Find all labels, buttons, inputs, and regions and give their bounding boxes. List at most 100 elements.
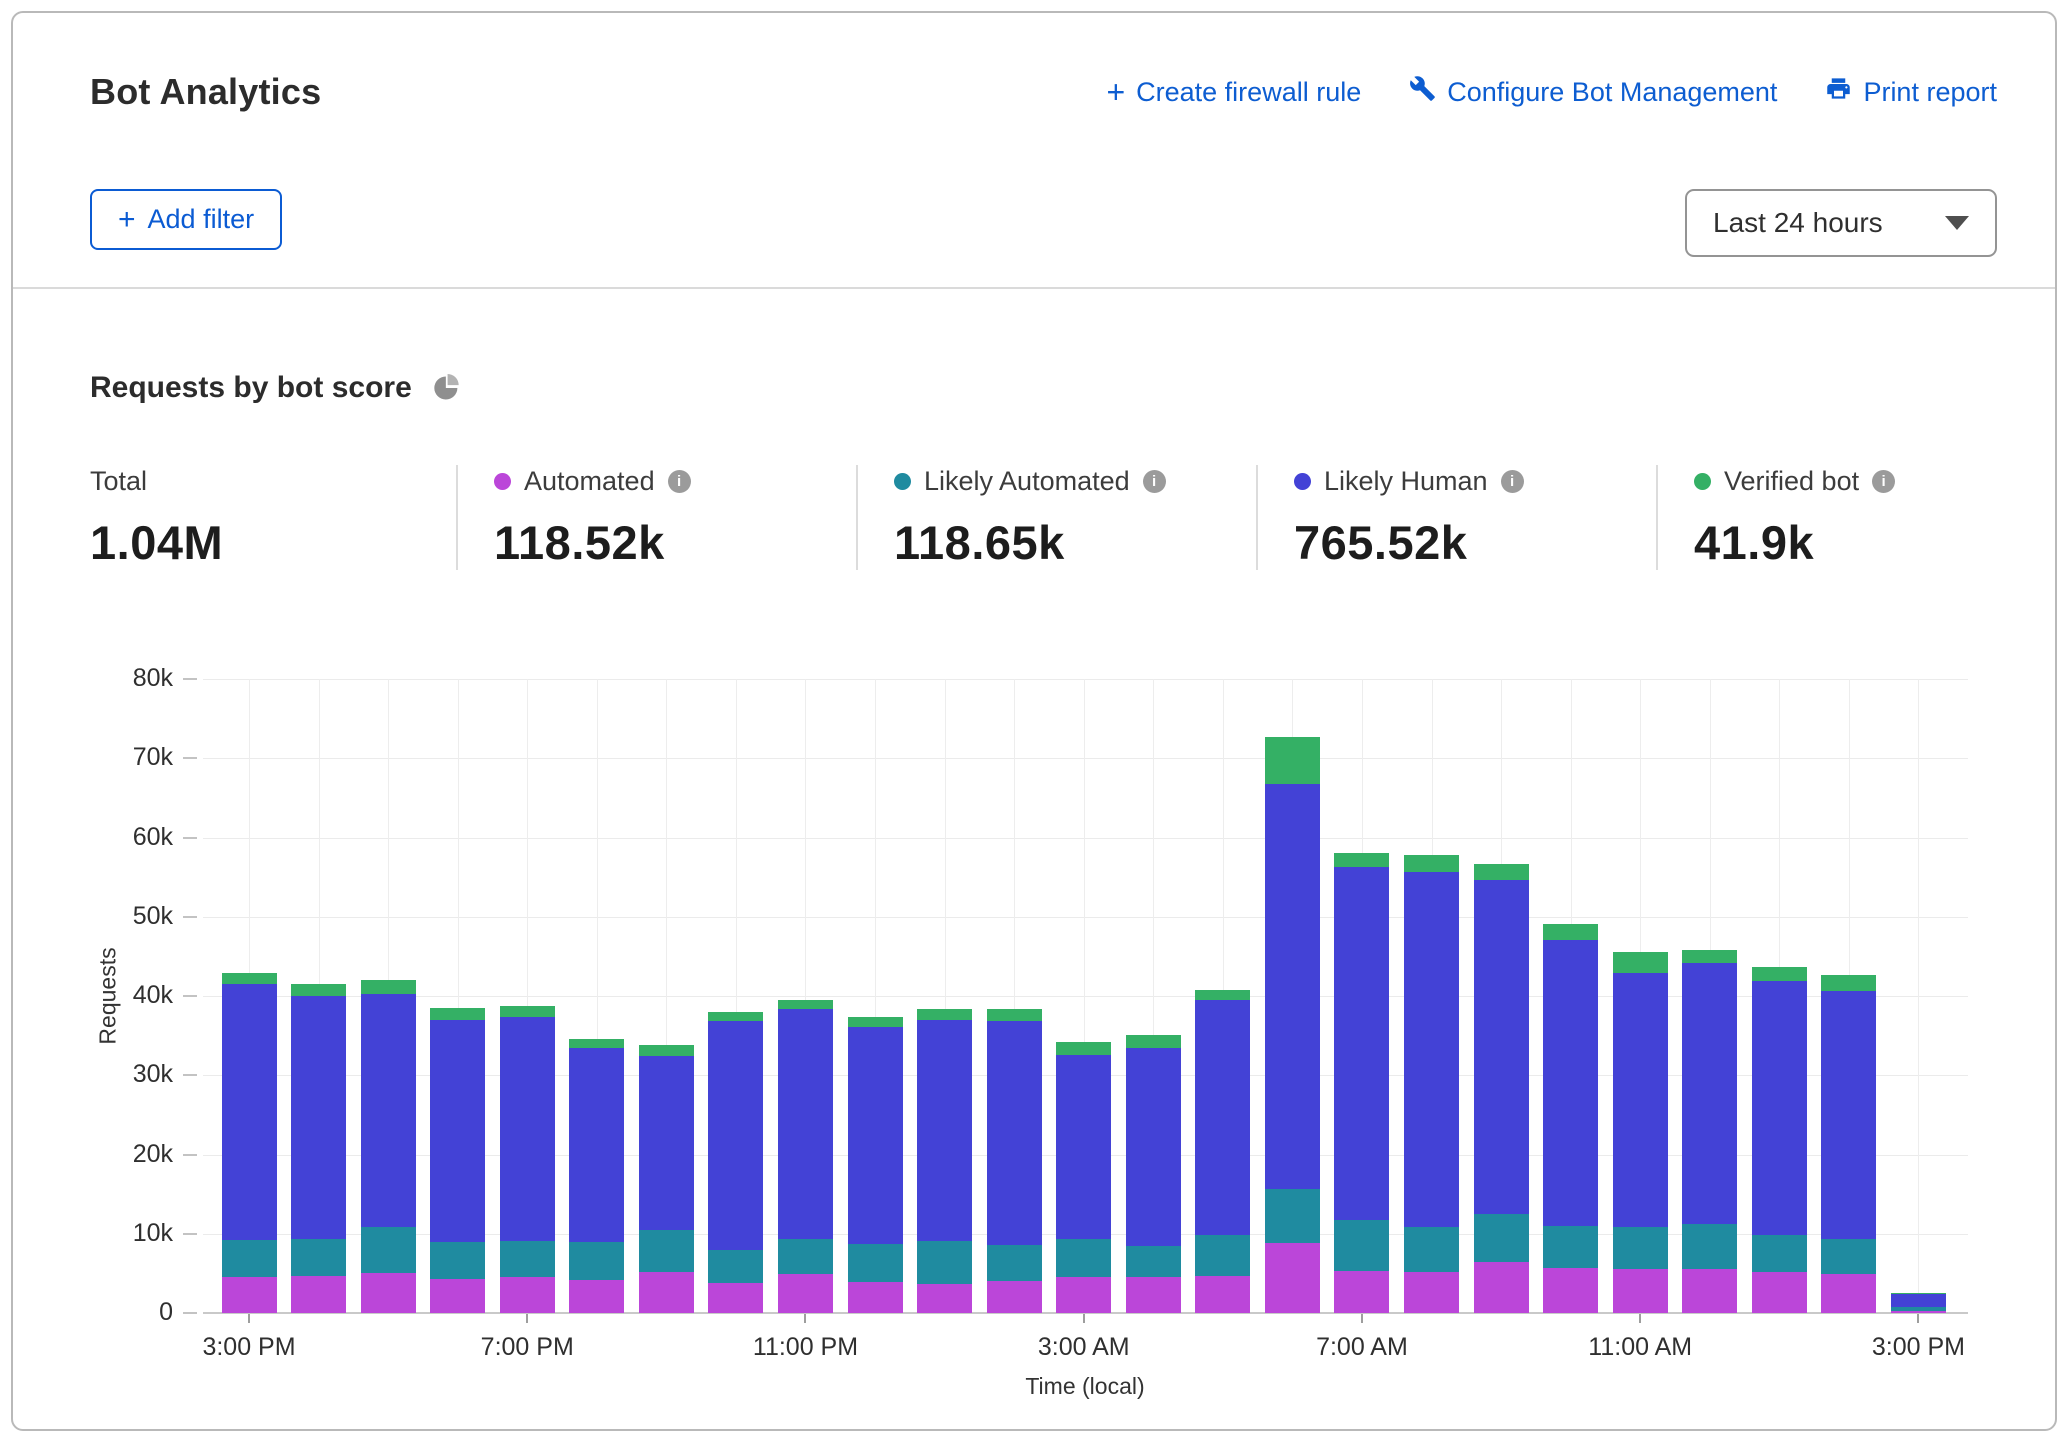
bar-segment-verified-bot [1543,924,1598,940]
bar-segment-likely-automated [291,1239,346,1275]
bar-segment-automated [500,1277,555,1313]
x-tick-mark [1917,1314,1919,1323]
bar-segment-automated [1265,1243,1320,1313]
x-tick-label: 3:00 AM [994,1333,1174,1362]
stat-likely-human-value: 765.52k [1294,515,1656,570]
bar-400pm[interactable] [291,984,346,1313]
bar-segment-likely-human [848,1027,903,1244]
bar-segment-automated [1126,1277,1181,1313]
plus-icon: + [1106,76,1125,108]
bar-segment-likely-human [708,1021,763,1249]
page-title: Bot Analytics [90,71,321,113]
bar-segment-automated [1752,1272,1807,1313]
bar-1100am[interactable] [1613,952,1668,1313]
x-tick-label: 3:00 PM [159,1333,339,1362]
x-tick-mark [526,1314,528,1323]
bar-segment-likely-human [1404,872,1459,1227]
bar-800am[interactable] [1404,855,1459,1313]
bar-600am[interactable] [1265,737,1320,1313]
bar-100am[interactable] [917,1009,972,1313]
bar-segment-verified-bot [569,1039,624,1049]
stat-total-label: Total [90,466,147,497]
bar-400am[interactable] [1126,1035,1181,1313]
bar-segment-automated [1474,1262,1529,1314]
bar-1200am[interactable] [848,1017,903,1313]
bar-segment-automated [1682,1269,1737,1313]
bar-200am[interactable] [987,1009,1042,1313]
gridline-horizontal [203,758,1968,759]
bar-segment-likely-human [778,1009,833,1238]
filter-row: + Add filter Last 24 hours [90,189,1997,257]
bar-900am[interactable] [1474,864,1529,1313]
bar-segment-likely-automated [500,1241,555,1277]
verified-bot-legend-dot [1694,473,1711,490]
bar-segment-likely-automated [1126,1246,1181,1278]
bar-segment-likely-human [1821,991,1876,1238]
bar-segment-verified-bot [708,1012,763,1022]
info-icon[interactable] [668,470,691,493]
add-filter-label: Add filter [148,204,255,235]
print-report-link[interactable]: Print report [1825,75,1997,109]
y-tick-mark [183,1233,197,1235]
bar-segment-likely-human [569,1048,624,1241]
bar-200pm[interactable] [1821,975,1876,1313]
bar-segment-likely-automated [1404,1227,1459,1271]
bar-700pm[interactable] [500,1006,555,1313]
bar-100pm[interactable] [1752,967,1807,1313]
plus-icon: + [118,205,136,235]
bar-segment-likely-automated [1265,1189,1320,1244]
create-firewall-rule-link[interactable]: + Create firewall rule [1106,76,1361,108]
header-divider [13,287,2055,289]
bar-segment-likely-automated [1752,1235,1807,1271]
x-tick-mark [804,1314,806,1323]
info-icon[interactable] [1143,470,1166,493]
bar-500am[interactable] [1195,990,1250,1313]
y-tick-mark [183,757,197,759]
bar-300am[interactable] [1056,1042,1111,1313]
gridline-horizontal [203,917,1968,918]
bar-segment-automated [708,1283,763,1313]
bar-segment-likely-human [917,1020,972,1241]
bar-1000pm[interactable] [708,1012,763,1313]
add-filter-button[interactable]: + Add filter [90,189,282,250]
bar-segment-likely-automated [1056,1239,1111,1276]
bar-segment-likely-human [1543,940,1598,1226]
y-tick-mark [183,995,197,997]
bar-800pm[interactable] [569,1039,624,1313]
bar-700am[interactable] [1334,853,1389,1313]
x-tick-mark [1361,1314,1363,1323]
stat-likely-automated: Likely Automated 118.65k [856,465,1256,570]
bar-segment-likely-automated [222,1240,277,1276]
bar-1100pm[interactable] [778,1000,833,1313]
info-icon[interactable] [1872,470,1895,493]
bar-segment-likely-human [1126,1048,1181,1246]
bar-1000am[interactable] [1543,924,1598,1313]
time-range-select[interactable]: Last 24 hours [1685,189,1997,257]
bar-segment-automated [222,1277,277,1313]
bar-1200pm[interactable] [1682,950,1737,1313]
bar-600pm[interactable] [430,1008,485,1313]
time-range-value: Last 24 hours [1713,207,1883,239]
bar-segment-automated [778,1274,833,1313]
bar-segment-verified-bot [1752,967,1807,981]
info-icon[interactable] [1501,470,1524,493]
printer-icon [1825,75,1852,109]
bar-segment-likely-automated [1821,1239,1876,1275]
bar-300pm[interactable] [222,973,277,1313]
bar-segment-verified-bot [1126,1035,1181,1048]
bar-segment-verified-bot [1404,855,1459,872]
bar-900pm[interactable] [639,1045,694,1313]
bar-segment-likely-human [639,1056,694,1230]
bar-segment-likely-automated [430,1242,485,1278]
configure-bot-management-link[interactable]: Configure Bot Management [1409,75,1777,109]
x-tick-mark [1639,1314,1641,1323]
bar-segment-likely-human [1195,1000,1250,1235]
bar-segment-likely-automated [1613,1227,1668,1268]
bar-segment-automated [1543,1268,1598,1313]
bar-500pm[interactable] [361,980,416,1313]
bar-300pm[interactable] [1891,1293,1946,1313]
y-tick-label: 50k [73,902,173,931]
likely-human-legend-dot [1294,473,1311,490]
bar-segment-automated [1056,1277,1111,1313]
bar-segment-automated [639,1272,694,1313]
